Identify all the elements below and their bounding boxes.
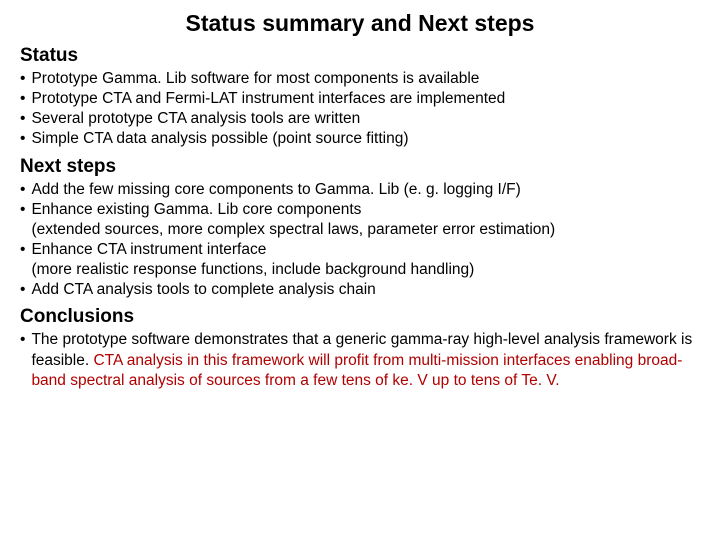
bullet-main: Add the few missing core components to G…	[31, 181, 520, 198]
conclusion-highlight: CTA analysis in this framework will prof…	[31, 352, 682, 389]
bullet-text: Prototype Gamma. Lib software for most c…	[31, 69, 700, 89]
bullet-icon: •	[20, 180, 25, 200]
slide-content: Status summary and Next steps Status • P…	[0, 0, 720, 411]
bullet-text: Add the few missing core components to G…	[31, 180, 700, 200]
list-item: • Enhance CTA instrument interface (more…	[20, 240, 700, 280]
list-item: • Prototype CTA and Fermi-LAT instrument…	[20, 89, 700, 109]
conclusions-bullets: • The prototype software demonstrates th…	[20, 330, 700, 390]
conclusions-header: Conclusions	[20, 306, 700, 328]
bullet-main: Enhance CTA instrument interface	[31, 241, 266, 258]
bullet-text: The prototype software demonstrates that…	[31, 330, 700, 390]
bullet-icon: •	[20, 129, 25, 149]
bullet-main: Add CTA analysis tools to complete analy…	[31, 281, 375, 298]
list-item: • Add CTA analysis tools to complete ana…	[20, 280, 700, 300]
bullet-text: Simple CTA data analysis possible (point…	[31, 129, 700, 149]
bullet-icon: •	[20, 200, 25, 240]
list-item: • Add the few missing core components to…	[20, 180, 700, 200]
bullet-main: Enhance existing Gamma. Lib core compone…	[31, 201, 361, 218]
list-item: • Several prototype CTA analysis tools a…	[20, 109, 700, 129]
status-bullets: • Prototype Gamma. Lib software for most…	[20, 69, 700, 150]
bullet-icon: •	[20, 89, 25, 109]
bullet-icon: •	[20, 330, 25, 390]
bullet-text: Prototype CTA and Fermi-LAT instrument i…	[31, 89, 700, 109]
bullet-text: Enhance CTA instrument interface (more r…	[31, 240, 700, 280]
page-title: Status summary and Next steps	[20, 10, 700, 37]
bullet-icon: •	[20, 109, 25, 129]
status-header: Status	[20, 45, 700, 67]
list-item: • Prototype Gamma. Lib software for most…	[20, 69, 700, 89]
bullet-sub: (extended sources, more complex spectral…	[31, 220, 700, 240]
next-steps-header: Next steps	[20, 156, 700, 178]
bullet-icon: •	[20, 240, 25, 280]
bullet-icon: •	[20, 280, 25, 300]
list-item: • The prototype software demonstrates th…	[20, 330, 700, 390]
bullet-icon: •	[20, 69, 25, 89]
next-steps-bullets: • Add the few missing core components to…	[20, 180, 700, 301]
bullet-text: Several prototype CTA analysis tools are…	[31, 109, 700, 129]
list-item: • Simple CTA data analysis possible (poi…	[20, 129, 700, 149]
bullet-text: Enhance existing Gamma. Lib core compone…	[31, 200, 700, 240]
list-item: • Enhance existing Gamma. Lib core compo…	[20, 200, 700, 240]
bullet-text: Add CTA analysis tools to complete analy…	[31, 280, 700, 300]
bullet-sub: (more realistic response functions, incl…	[31, 260, 700, 280]
